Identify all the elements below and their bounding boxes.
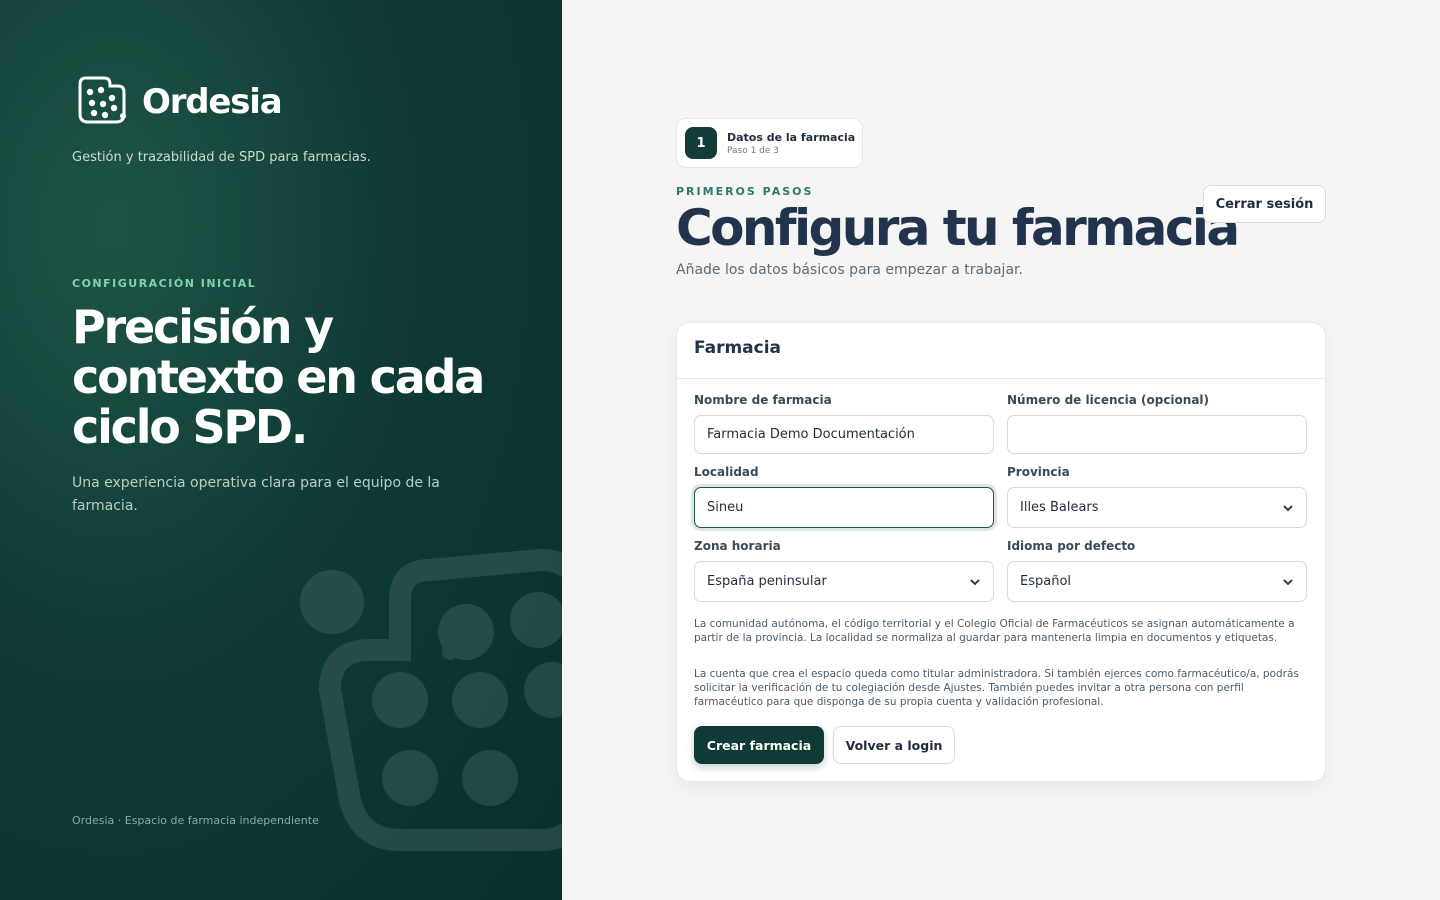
province-note: La comunidad autónoma, el código territo… [694, 618, 1295, 644]
pharmacy-name-label: Nombre de farmacia [694, 393, 832, 407]
page-title: Configura tu farmacia [676, 199, 1240, 257]
dots-grid-logo-icon [74, 74, 128, 130]
province-label: Provincia [1007, 465, 1070, 479]
dots-grid-watermark-icon [300, 548, 562, 851]
brand: Ordesia [74, 74, 283, 130]
province-select[interactable]: Illes Balears [1007, 487, 1307, 528]
timezone-select[interactable]: España peninsular [694, 561, 994, 602]
language-selected-value: Español [1020, 574, 1072, 589]
page-subtitle: Añade los datos básicos para empezar a t… [676, 262, 1023, 278]
create-pharmacy-button[interactable]: Crear farmacia [694, 726, 824, 764]
back-to-login-button[interactable]: Volver a login [833, 726, 955, 764]
card-title: Farmacia [677, 323, 1325, 379]
logout-button[interactable]: Cerrar sesión [1203, 185, 1326, 223]
locality-input[interactable] [694, 487, 994, 528]
hero-description: Una experiencia operativa clara para el … [72, 475, 440, 514]
account-note: La cuenta que crea el espacio queda como… [694, 668, 1299, 708]
chevron-down-icon [1283, 504, 1293, 511]
timezone-field: Zona horaria España peninsular [694, 539, 994, 602]
province-field: Provincia Illes Balears [1007, 465, 1307, 528]
hero-panel: Ordesia Gestión y trazabilidad de SPD pa… [0, 0, 562, 900]
page-eyebrow: PRIMEROS PASOS [676, 185, 814, 198]
brand-name: Ordesia [142, 82, 283, 122]
stepper: 1 Datos de la farmacia Paso 1 de 3 [676, 118, 863, 168]
locality-label: Localidad [694, 465, 759, 479]
hero-footer: Ordesia · Espacio de farmacia independie… [72, 814, 319, 827]
license-number-label: Número de licencia (opcional) [1007, 393, 1210, 407]
timezone-label: Zona horaria [694, 539, 781, 553]
hero-title: Precisión y contexto en cada ciclo SPD. [72, 300, 485, 454]
hero-eyebrow: CONFIGURACIÓN INICIAL [72, 277, 257, 290]
step-number: 1 [685, 127, 717, 159]
language-label: Idioma por defecto [1007, 539, 1136, 553]
locality-field: Localidad [694, 465, 994, 528]
timezone-selected-value: España peninsular [707, 574, 827, 589]
hero-tagline: Gestión y trazabilidad de SPD para farma… [72, 150, 371, 165]
license-number-input[interactable] [1007, 415, 1307, 454]
language-select[interactable]: Español [1007, 561, 1307, 602]
pharmacy-form-card: Farmacia Nombre de farmacia Número de li… [676, 322, 1326, 782]
chevron-down-icon [1283, 578, 1293, 585]
language-field: Idioma por defecto Español [1007, 539, 1307, 602]
step-title: Datos de la farmacia [727, 130, 856, 144]
province-selected-value: Illes Balears [1020, 500, 1099, 515]
step-subtitle: Paso 1 de 3 [727, 145, 780, 156]
pharmacy-name-input[interactable] [694, 415, 994, 454]
chevron-down-icon [970, 578, 980, 585]
license-number-field: Número de licencia (opcional) [1007, 393, 1307, 454]
pharmacy-name-field: Nombre de farmacia [694, 393, 994, 454]
